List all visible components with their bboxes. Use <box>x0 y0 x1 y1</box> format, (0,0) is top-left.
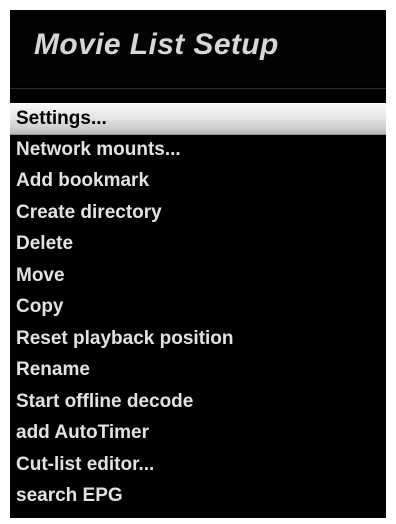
menu-item-network-mounts[interactable]: Network mounts... <box>10 135 386 167</box>
movie-list-setup-window: Movie List Setup Settings... Network mou… <box>10 10 386 518</box>
menu-item-copy[interactable]: Copy <box>10 292 386 324</box>
menu-item-create-directory[interactable]: Create directory <box>10 198 386 230</box>
menu-item-move[interactable]: Move <box>10 261 386 293</box>
menu-item-search-epg[interactable]: search EPG <box>10 481 386 513</box>
menu-item-rename[interactable]: Rename <box>10 355 386 387</box>
menu-item-start-offline-decode[interactable]: Start offline decode <box>10 387 386 419</box>
setup-menu: Settings... Network mounts... Add bookma… <box>10 103 386 513</box>
menu-item-delete[interactable]: Delete <box>10 229 386 261</box>
title-bar: Movie List Setup <box>10 10 386 86</box>
menu-item-reset-playback-position[interactable]: Reset playback position <box>10 324 386 356</box>
page-title: Movie List Setup <box>34 28 279 61</box>
menu-item-cut-list-editor[interactable]: Cut-list editor... <box>10 450 386 482</box>
menu-item-add-bookmark[interactable]: Add bookmark <box>10 166 386 198</box>
menu-item-add-autotimer[interactable]: add AutoTimer <box>10 418 386 450</box>
title-divider <box>10 88 386 89</box>
menu-item-settings[interactable]: Settings... <box>10 103 386 135</box>
